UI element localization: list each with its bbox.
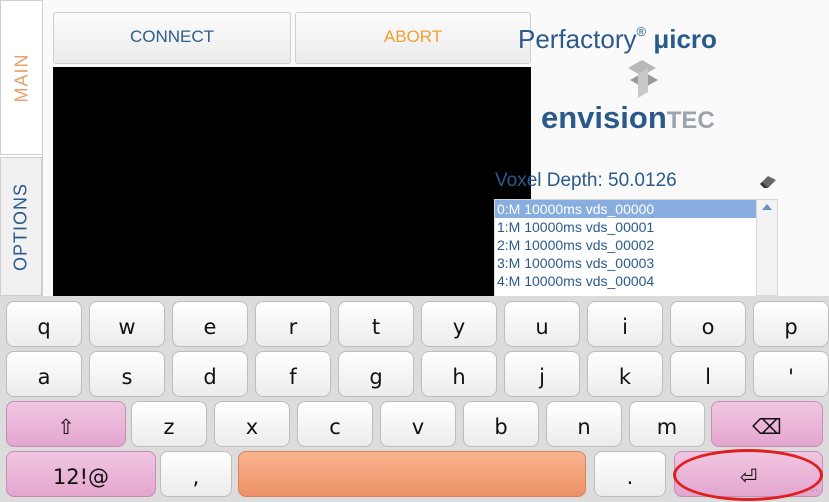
slice-list-item[interactable]: 4:M 10000ms vds_00004 (495, 272, 757, 290)
key-r[interactable]: r (255, 301, 331, 347)
key-apostrophe[interactable]: ' (753, 351, 829, 397)
symbols-key[interactable]: 12!@ (6, 451, 156, 497)
brand-name: envisionTEC (541, 100, 715, 136)
key-e[interactable]: e (172, 301, 248, 347)
key-s[interactable]: s (89, 351, 165, 397)
backspace-key[interactable]: ⌫ (711, 401, 823, 447)
key-period[interactable]: . (594, 451, 666, 497)
envisiontec-logo-icon (628, 60, 658, 98)
key-l[interactable]: l (670, 351, 746, 397)
slice-list-item[interactable]: 1:M 10000ms vds_00001 (495, 218, 757, 236)
key-x[interactable]: x (214, 401, 290, 447)
brand-logo: Perfactory® μicro envisionTEC (496, 18, 786, 138)
key-v[interactable]: v (380, 401, 456, 447)
voxel-depth-label: Voxel Depth: 50.0126 (495, 170, 677, 191)
key-k[interactable]: k (587, 351, 663, 397)
key-c[interactable]: c (297, 401, 373, 447)
shift-key[interactable]: ⇧ (6, 401, 126, 447)
tab-options-label: OPTIONS (10, 182, 31, 271)
slice-list-item[interactable]: 3:M 10000ms vds_00003 (495, 254, 757, 272)
brand-word-tec: TEC (666, 107, 715, 134)
key-w[interactable]: w (89, 301, 165, 347)
tab-options[interactable]: OPTIONS (0, 157, 42, 296)
slice-list-scrollbar[interactable] (756, 199, 778, 296)
key-d[interactable]: d (172, 351, 248, 397)
slice-list[interactable]: 0:M 10000ms vds_00000 1:M 10000ms vds_000… (494, 199, 758, 298)
registered-mark: ® (636, 24, 647, 39)
key-z[interactable]: z (131, 401, 207, 447)
key-q[interactable]: q (6, 301, 82, 347)
space-key[interactable] (238, 451, 586, 497)
eraser-icon[interactable] (758, 174, 778, 190)
preview-area (53, 67, 531, 296)
key-h[interactable]: h (421, 351, 497, 397)
micro-word: μicro (653, 24, 717, 54)
brand-word-main: envision (541, 100, 667, 135)
key-u[interactable]: u (504, 301, 580, 347)
tab-main[interactable]: MAIN (0, 0, 42, 155)
key-o[interactable]: o (670, 301, 746, 347)
key-j[interactable]: j (504, 351, 580, 397)
key-b[interactable]: b (463, 401, 539, 447)
key-comma[interactable]: , (160, 451, 232, 497)
connect-button[interactable]: CONNECT (53, 12, 291, 64)
key-f[interactable]: f (255, 351, 331, 397)
app-window: MAIN OPTIONS CONNECT ABORT Perfactory® μ… (0, 0, 829, 298)
key-m[interactable]: m (629, 401, 705, 447)
product-name: Perfactory® μicro (518, 24, 717, 55)
key-n[interactable]: n (546, 401, 622, 447)
scroll-up-arrow-icon[interactable] (762, 204, 772, 210)
key-a[interactable]: a (6, 351, 82, 397)
key-y[interactable]: y (421, 301, 497, 347)
product-word: Perfactory (518, 24, 637, 54)
slice-list-item[interactable]: 2:M 10000ms vds_00002 (495, 236, 757, 254)
key-t[interactable]: t (338, 301, 414, 347)
key-p[interactable]: p (753, 301, 829, 347)
key-g[interactable]: g (338, 351, 414, 397)
slice-list-item[interactable]: 0:M 10000ms vds_00000 (495, 200, 757, 218)
enter-key-highlight (673, 449, 823, 501)
key-i[interactable]: i (587, 301, 663, 347)
tab-main-label: MAIN (11, 53, 31, 102)
